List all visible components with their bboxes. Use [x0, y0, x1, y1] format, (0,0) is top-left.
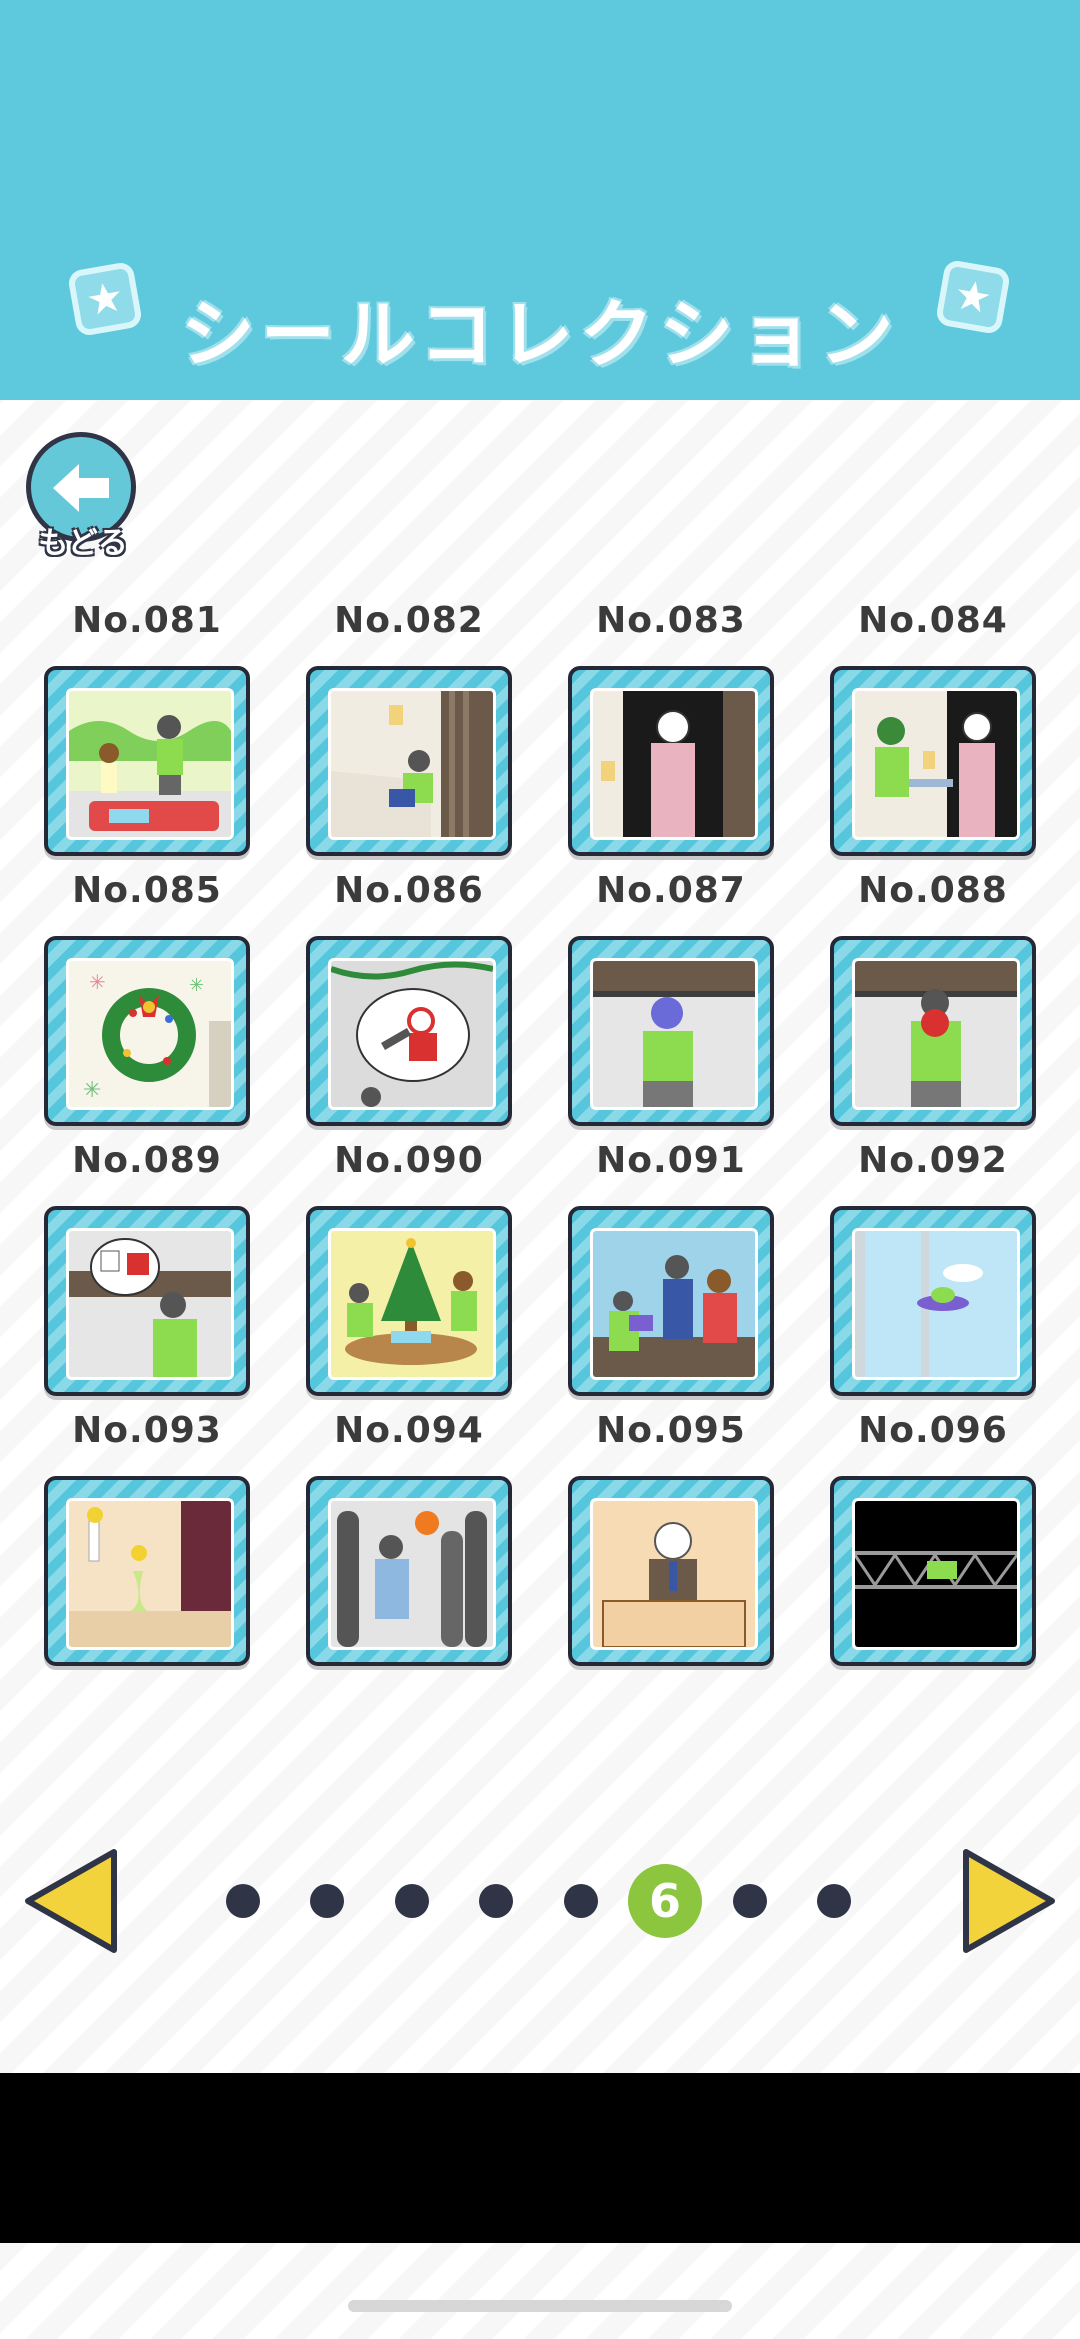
sticker-number: No.088 [858, 870, 1008, 911]
current-page-indicator: 6 [628, 1864, 702, 1938]
sticker-grid: No.081 No.082 No.083 No.084 No.085 ✳ ✳ ✳… [44, 600, 1036, 1666]
ad-banner-area [0, 2073, 1080, 2243]
page-title: シールコレクション [180, 292, 900, 378]
sticker-card[interactable]: No.092 [830, 1140, 1036, 1396]
sticker-number: No.094 [334, 1410, 484, 1451]
sticker-image: ✳ ✳ ✳ [66, 958, 234, 1110]
sticker-image [590, 688, 758, 840]
svg-text:✳: ✳ [189, 975, 204, 996]
sticker-frame[interactable] [830, 1476, 1036, 1666]
sticker-card[interactable]: No.085 ✳ ✳ ✳ [44, 870, 250, 1126]
page-dot[interactable] [479, 1884, 513, 1918]
header: シールコレクション [0, 0, 1080, 400]
sticker-card[interactable]: No.091 [568, 1140, 774, 1396]
sticker-card[interactable]: No.086 [306, 870, 512, 1126]
sticker-frame[interactable] [830, 666, 1036, 856]
sticker-number: No.092 [858, 1140, 1008, 1181]
sticker-image [328, 1498, 496, 1650]
sticker-number: No.090 [334, 1140, 484, 1181]
sticker-card[interactable]: No.084 [830, 600, 1036, 856]
sticker-number: No.082 [334, 600, 484, 641]
sticker-image [66, 1498, 234, 1650]
sticker-number: No.081 [72, 600, 222, 641]
sticker-frame[interactable] [306, 1206, 512, 1396]
sticker-card[interactable]: No.089 [44, 1140, 250, 1396]
sticker-card[interactable]: No.095 [568, 1410, 774, 1666]
next-page-button[interactable] [958, 1846, 1058, 1956]
sticker-image [852, 1228, 1020, 1380]
sticker-frame[interactable] [44, 666, 250, 856]
sticker-number: No.084 [858, 600, 1008, 641]
sticker-card[interactable]: No.087 [568, 870, 774, 1126]
sticker-image [852, 688, 1020, 840]
star-sticker-icon [934, 258, 1012, 336]
svg-text:✳: ✳ [89, 970, 106, 994]
sticker-number: No.089 [72, 1140, 222, 1181]
sticker-card[interactable]: No.094 [306, 1410, 512, 1666]
home-indicator[interactable] [348, 2300, 732, 2312]
sticker-frame[interactable] [44, 1206, 250, 1396]
sticker-number: No.096 [858, 1410, 1008, 1451]
sticker-number: No.095 [596, 1410, 746, 1451]
sticker-card[interactable]: No.081 [44, 600, 250, 856]
sticker-card[interactable]: No.096 [830, 1410, 1036, 1666]
page-dot[interactable] [310, 1884, 344, 1918]
sticker-number: No.093 [72, 1410, 222, 1451]
sticker-image [328, 1228, 496, 1380]
previous-page-button[interactable] [22, 1846, 122, 1956]
sticker-image [328, 958, 496, 1110]
sticker-card[interactable]: No.088 [830, 870, 1036, 1126]
sticker-frame[interactable] [44, 1476, 250, 1666]
sticker-image [66, 688, 234, 840]
back-label[interactable]: もどる [28, 518, 138, 562]
page-dot[interactable] [226, 1884, 260, 1918]
svg-text:✳: ✳ [83, 1078, 101, 1103]
sticker-frame[interactable] [568, 1206, 774, 1396]
sticker-frame[interactable] [830, 936, 1036, 1126]
sticker-card[interactable]: No.093 [44, 1410, 250, 1666]
sticker-number: No.087 [596, 870, 746, 911]
sticker-number: No.083 [596, 600, 746, 641]
sticker-card[interactable]: No.090 [306, 1140, 512, 1396]
pagination: 6 [0, 1840, 1080, 1960]
sticker-number: No.091 [596, 1140, 746, 1181]
sticker-frame[interactable] [568, 666, 774, 856]
sticker-image [328, 688, 496, 840]
sticker-number: No.086 [334, 870, 484, 911]
sticker-image [590, 1498, 758, 1650]
page-dot[interactable] [733, 1884, 767, 1918]
sticker-frame[interactable] [306, 666, 512, 856]
sticker-frame[interactable] [306, 936, 512, 1126]
sticker-image [66, 1228, 234, 1380]
sticker-number: No.085 [72, 870, 222, 911]
sticker-image [590, 958, 758, 1110]
sticker-frame[interactable] [568, 936, 774, 1126]
sticker-frame[interactable]: ✳ ✳ ✳ [44, 936, 250, 1126]
sticker-card[interactable]: No.083 [568, 600, 774, 856]
page-dot[interactable] [817, 1884, 851, 1918]
sticker-frame[interactable] [830, 1206, 1036, 1396]
sticker-frame[interactable] [306, 1476, 512, 1666]
page-dot[interactable] [564, 1884, 598, 1918]
sticker-image [852, 1498, 1020, 1650]
page-dot[interactable] [395, 1884, 429, 1918]
sticker-image [590, 1228, 758, 1380]
sticker-image [852, 958, 1020, 1110]
left-arrow-icon [53, 464, 109, 512]
sticker-frame[interactable] [568, 1476, 774, 1666]
sticker-card[interactable]: No.082 [306, 600, 512, 856]
